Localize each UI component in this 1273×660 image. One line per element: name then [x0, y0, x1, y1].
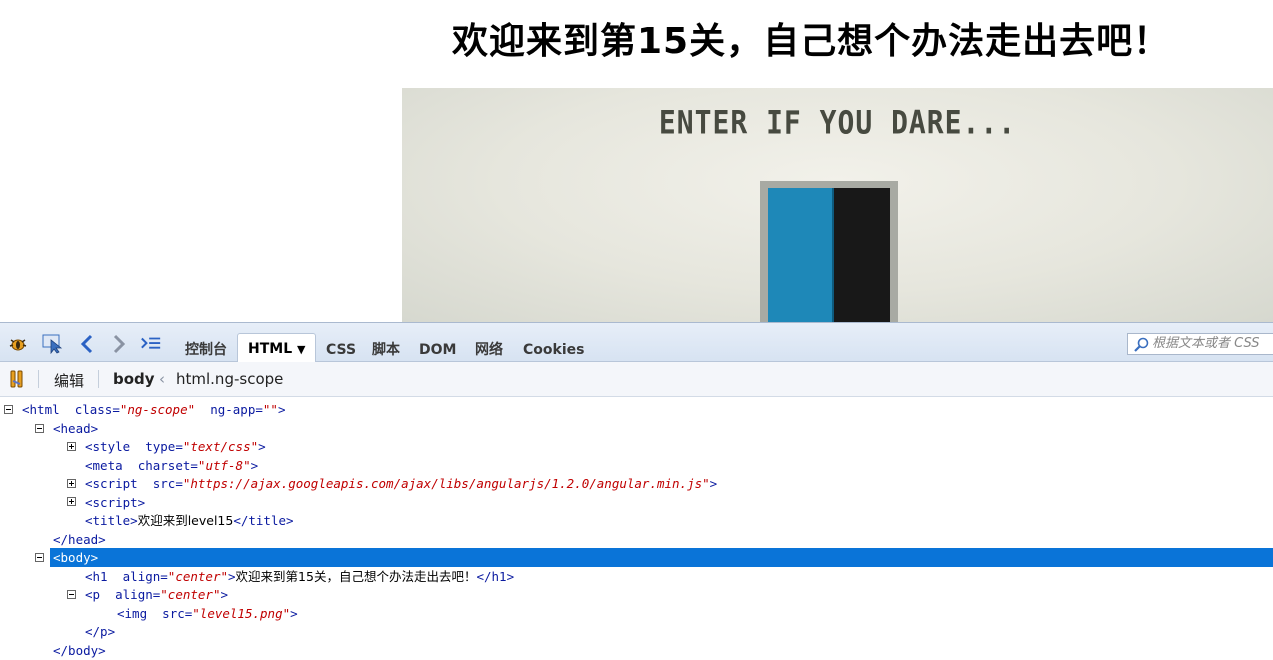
tree-node-body-selected[interactable]: <body> — [50, 548, 1273, 567]
firebug-icon[interactable] — [7, 333, 29, 355]
breadcrumb-current[interactable]: body — [113, 370, 155, 388]
tab-css[interactable]: CSS — [326, 339, 356, 363]
tree-node-script[interactable]: <script src="https://ajax.googleapis.com… — [85, 474, 717, 493]
page-heading: 欢迎来到第15关，自己想个办法走出去吧！ — [452, 21, 1171, 62]
tab-dom[interactable]: DOM — [419, 339, 456, 363]
tree-node-body-close[interactable]: </body> — [53, 641, 106, 660]
breadcrumb-parent[interactable]: html.ng-scope — [176, 370, 283, 388]
expand-toggle[interactable] — [67, 497, 76, 506]
expand-toggle[interactable] — [67, 442, 76, 451]
back-arrow-icon[interactable] — [76, 333, 98, 355]
tree-node-h1[interactable]: <h1 align="center">欢迎来到第15关，自己想个办法走出去吧！<… — [85, 567, 514, 586]
search-icon — [1133, 337, 1149, 357]
inspect-icon[interactable] — [42, 333, 64, 355]
tree-node-title[interactable]: <title>欢迎来到level15</title> — [85, 511, 294, 530]
tree-node-head[interactable]: <head> — [53, 419, 98, 438]
devtools-toolbar: 控制台 HTML ▼ CSS 脚本 DOM 网络 Cookies 根据文本或者 … — [0, 322, 1273, 364]
tree-node-script[interactable]: <script> — [85, 493, 145, 512]
collapse-toggle[interactable] — [67, 590, 76, 599]
tab-script[interactable]: 脚本 — [372, 339, 400, 363]
tree-node-img[interactable]: <img src="level15.png"> — [117, 604, 298, 623]
expand-toggle[interactable] — [67, 479, 76, 488]
door-panel — [768, 188, 834, 322]
toolbar-divider — [38, 370, 39, 388]
tree-node-meta[interactable]: <meta charset="utf-8"> — [85, 456, 258, 475]
level-image: ENTER IF YOU DARE... — [402, 88, 1273, 322]
devtools-panel: 控制台 HTML ▼ CSS 脚本 DOM 网络 Cookies 根据文本或者 … — [0, 322, 1273, 660]
breadcrumb-separator: ‹ — [159, 370, 165, 388]
tree-node-p-close[interactable]: </p> — [85, 622, 115, 641]
tab-console[interactable]: 控制台 — [185, 339, 227, 363]
break-on-mutation-icon[interactable] — [6, 368, 28, 390]
command-line-icon[interactable] — [140, 333, 162, 355]
tree-node-p[interactable]: <p align="center"> — [85, 585, 228, 604]
tree-node-html[interactable]: <html class="ng-scope" ng-app=""> — [22, 400, 285, 419]
edit-button[interactable]: 编辑 — [54, 370, 84, 391]
collapse-toggle[interactable] — [35, 553, 44, 562]
tree-node-style[interactable]: <style type="text/css"> — [85, 437, 266, 456]
image-caption: ENTER IF YOU DARE... — [658, 103, 1017, 142]
tab-cookies[interactable]: Cookies — [523, 339, 584, 363]
tab-network[interactable]: 网络 — [475, 339, 503, 363]
forward-arrow-icon[interactable] — [108, 333, 130, 355]
html-subtoolbar: 编辑 body ‹ html.ng-scope — [0, 362, 1273, 397]
tab-html-label: HTML — [248, 341, 293, 357]
collapse-toggle[interactable] — [4, 405, 13, 414]
tab-html[interactable]: HTML ▼ — [237, 333, 317, 364]
chevron-down-icon: ▼ — [297, 343, 306, 356]
tree-node-head-close[interactable]: </head> — [53, 530, 106, 549]
collapse-toggle[interactable] — [35, 424, 44, 433]
toolbar-divider — [98, 370, 99, 388]
